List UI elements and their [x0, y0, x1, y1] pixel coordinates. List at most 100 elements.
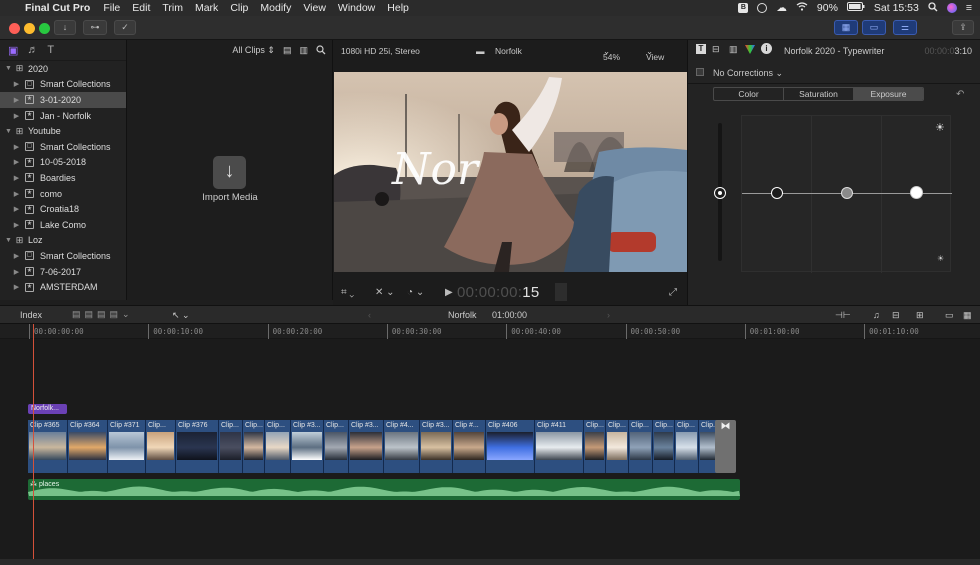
playhead[interactable]	[33, 324, 34, 565]
disclosure-triangle-icon[interactable]: ▶	[12, 112, 21, 120]
clips-filter-dropdown[interactable]: All Clips ⇕	[232, 45, 275, 56]
notification-center-icon[interactable]: ≡	[966, 2, 972, 14]
disclosure-triangle-icon[interactable]: ▼	[4, 65, 13, 72]
library-item[interactable]: ▶ ★ Boardies	[0, 170, 126, 186]
minimize-window-button[interactable]	[24, 23, 35, 34]
share-button[interactable]: ⇪	[952, 20, 974, 35]
library-item[interactable]: ▶ ▢ Smart Collections	[0, 77, 126, 93]
tab-exposure[interactable]: Exposure	[854, 88, 923, 100]
master-puck[interactable]	[714, 187, 726, 199]
disclosure-triangle-icon[interactable]: ▶	[12, 221, 21, 229]
sync-status-icon[interactable]	[757, 3, 768, 13]
disclosure-triangle-icon[interactable]: ▼	[4, 237, 13, 244]
show-browser-button[interactable]: ▦	[834, 20, 858, 35]
show-inspector-button[interactable]: ⚌	[893, 20, 917, 35]
reset-icon[interactable]: ↶	[956, 89, 964, 100]
timeline-clip[interactable]: Clip...	[243, 420, 265, 473]
disclosure-triangle-icon[interactable]: ▼	[4, 128, 13, 135]
info-inspector-icon[interactable]: i	[761, 43, 772, 54]
library-item[interactable]: ▶ ★ Jan - Norfolk	[0, 108, 126, 124]
menu-mark[interactable]: Mark	[195, 2, 218, 14]
corrections-dropdown[interactable]: No Corrections ⌄	[713, 68, 783, 79]
photos-audio-tab-icon[interactable]: ♬	[27, 44, 38, 56]
menu-view[interactable]: View	[303, 2, 326, 14]
timeline-clip[interactable]: Clip #365	[28, 420, 68, 473]
timeline-scrollbar[interactable]	[0, 559, 980, 565]
disclosure-triangle-icon[interactable]: ▶	[12, 190, 21, 198]
library-item[interactable]: ▶ ★ AMSTERDAM	[0, 279, 126, 295]
show-timeline-button[interactable]: ▭	[862, 20, 886, 35]
timeline-back-icon[interactable]: ‹	[368, 310, 371, 320]
library-item[interactable]: ▶ ★ 7-06-2017	[0, 264, 126, 280]
timeline-clip[interactable]: Clip...	[653, 420, 675, 473]
menu-window[interactable]: Window	[338, 2, 375, 14]
audio-inspector-icon[interactable]: ⊟	[712, 44, 720, 55]
shadows-puck[interactable]	[771, 187, 783, 199]
battery-percent[interactable]: 90%	[817, 2, 838, 14]
menu-file[interactable]: File	[103, 2, 120, 14]
disclosure-triangle-icon[interactable]: ▶	[12, 143, 21, 151]
audio-skimming-icon[interactable]: ♫	[873, 310, 880, 320]
library-item[interactable]: ▶ ▢ Smart Collections	[0, 139, 126, 155]
library-item[interactable]: ▶ ★ 10-05-2018	[0, 155, 126, 171]
disclosure-triangle-icon[interactable]: ▶	[12, 158, 21, 166]
timeline-clip[interactable]: Clip...	[265, 420, 291, 473]
timeline-clip[interactable]: Clip...	[606, 420, 629, 473]
tab-color[interactable]: Color	[714, 88, 784, 100]
timeline-clip[interactable]: Clip #411	[535, 420, 584, 473]
menu-help[interactable]: Help	[387, 2, 409, 14]
transition-clip[interactable]: ⧓	[715, 420, 736, 473]
timeline-clip[interactable]: Clip #4...	[384, 420, 420, 473]
import-media-label[interactable]: Import Media	[127, 192, 333, 203]
wifi-icon[interactable]	[796, 2, 808, 14]
fullscreen-icon[interactable]: ⤢	[669, 287, 677, 298]
tab-saturation[interactable]: Saturation	[784, 88, 854, 100]
timeline-clip[interactable]: Clip #3...	[420, 420, 453, 473]
timeline-clip[interactable]: Clip...	[146, 420, 176, 473]
index-button[interactable]: Index	[20, 310, 42, 320]
clip-appearance-icon[interactable]: ▤	[283, 45, 292, 56]
play-button[interactable]: ▶	[445, 287, 453, 298]
zoom-window-button[interactable]	[39, 23, 50, 34]
audio-clip[interactable]: ⁂ places	[28, 479, 740, 500]
crop-tool-icon[interactable]: ⌗ ⌄	[341, 287, 354, 298]
disclosure-triangle-icon[interactable]: ▶	[12, 283, 21, 291]
timeline-clip[interactable]: Clip #406	[486, 420, 535, 473]
highlights-puck[interactable]	[910, 186, 923, 199]
solo-icon[interactable]: ⊟	[892, 310, 900, 321]
timeline-ruler[interactable]: 00:00:00:00 00:00:10:00 00:00:20:00 00:00:3…	[0, 324, 980, 339]
import-media-button[interactable]: ↓	[54, 20, 76, 35]
library-item[interactable]: ▶ ★ Croatia18	[0, 201, 126, 217]
disclosure-triangle-icon[interactable]: ▶	[12, 252, 21, 260]
background-tasks-check-icon[interactable]: ✓	[114, 20, 136, 35]
cloud-status-icon[interactable]: ☁	[776, 2, 787, 14]
midtones-puck[interactable]	[841, 187, 853, 199]
snapping-icon[interactable]: ⊞	[916, 310, 924, 321]
libraries-tab-icon[interactable]: ▣	[8, 44, 18, 57]
filmstrip-view-icon[interactable]: ▥	[299, 45, 308, 56]
timeline-forward-icon[interactable]: ›	[607, 310, 610, 320]
select-tool-icon[interactable]: ↖ ⌄	[172, 310, 190, 321]
menu-clip[interactable]: Clip	[230, 2, 248, 14]
timeline-clip[interactable]: Clip #...	[453, 420, 486, 473]
keywords-key-icon[interactable]: ⊶	[83, 20, 107, 35]
disclosure-triangle-icon[interactable]: ▶	[12, 205, 21, 213]
timeline-zoom-icon[interactable]: ▦	[963, 310, 972, 321]
timeline-clip[interactable]: Clip...	[629, 420, 653, 473]
edit-mode-icons[interactable]: ▤▤▤▤⌄	[72, 309, 134, 320]
disclosure-triangle-icon[interactable]: ▶	[12, 80, 21, 88]
text-inspector-icon[interactable]: T	[696, 44, 706, 54]
menu-trim[interactable]: Trim	[162, 2, 183, 14]
library-item[interactable]: ▼ ⊞ Loz	[0, 233, 126, 249]
battery-icon[interactable]	[846, 2, 865, 14]
disclosure-triangle-icon[interactable]: ▶	[12, 96, 21, 104]
timecode-display[interactable]: 00:00:00:15	[457, 284, 540, 301]
disclosure-triangle-icon[interactable]: ▶	[12, 268, 21, 276]
app-menu[interactable]: Final Cut Pro	[25, 2, 90, 14]
disclosure-triangle-icon[interactable]: ▶	[12, 174, 21, 182]
library-item[interactable]: ▶ ▢ Smart Collections	[0, 248, 126, 264]
timeline-clip[interactable]: Clip #376	[176, 420, 219, 473]
skimming-icon[interactable]: ⊣⊢	[835, 310, 851, 321]
library-item[interactable]: ▼ ⊞ Youtube	[0, 123, 126, 139]
timeline-clip[interactable]: Clip...	[584, 420, 606, 473]
